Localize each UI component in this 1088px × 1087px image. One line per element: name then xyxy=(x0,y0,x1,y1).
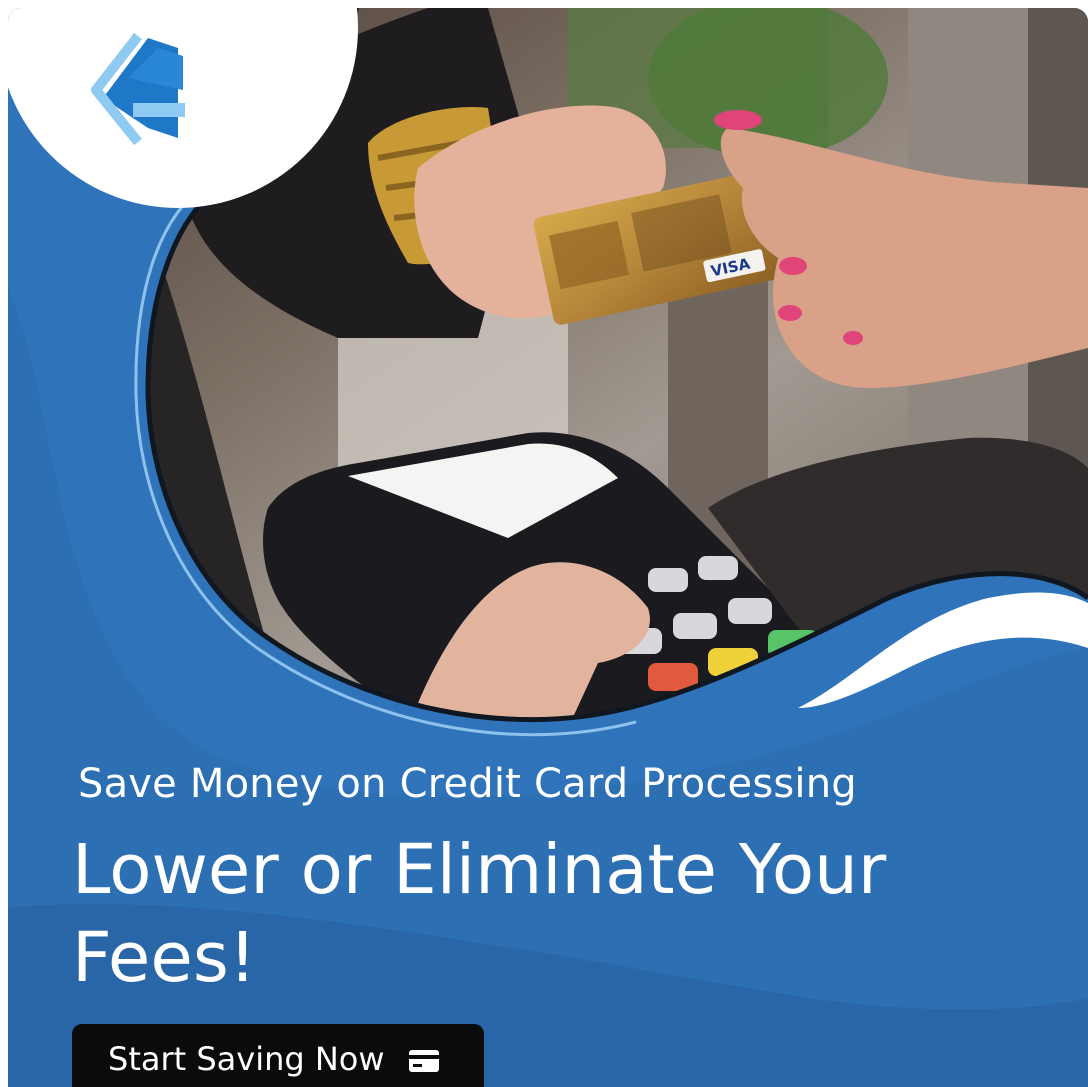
headline: Lower or Eliminate Your Fees! xyxy=(72,830,887,998)
start-saving-button[interactable]: Start Saving Now xyxy=(72,1024,484,1087)
tagline: Save Money on Credit Card Processing xyxy=(78,761,857,807)
credit-card-icon xyxy=(408,1050,439,1072)
brand-chevron-logo xyxy=(91,32,185,146)
ad-banner: VISA Save Money on Credit Card Processin… xyxy=(8,8,1088,1087)
cta-label: Start Saving Now xyxy=(108,1040,385,1078)
